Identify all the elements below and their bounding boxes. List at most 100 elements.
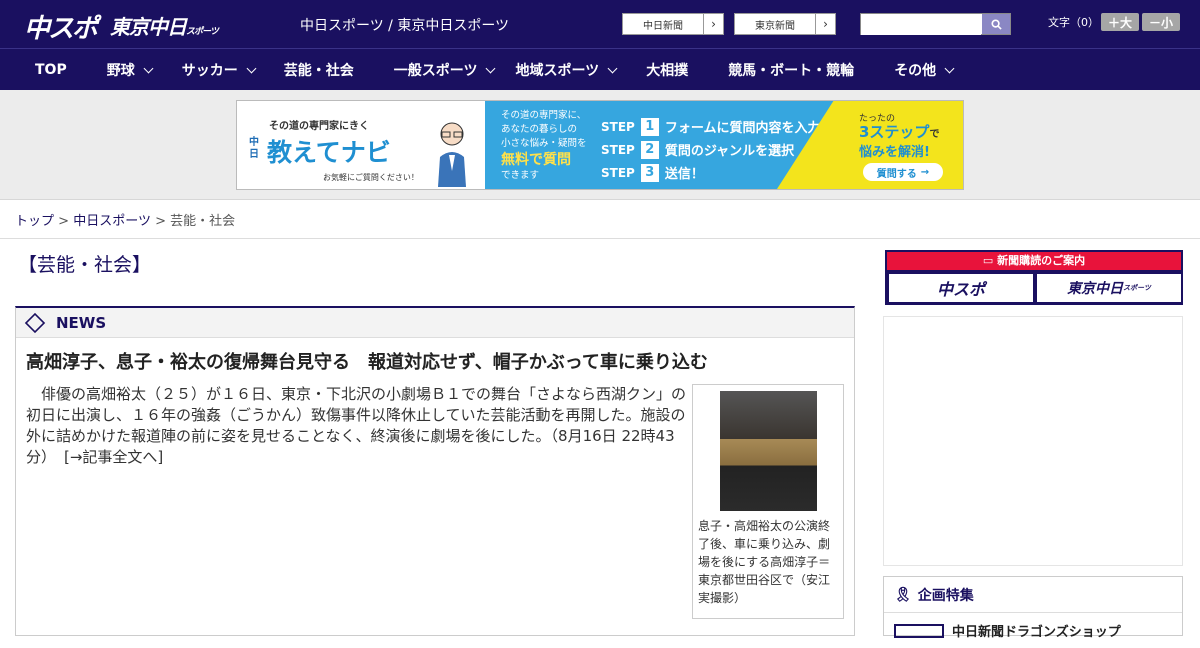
desc-line: その道の専門家に、	[501, 110, 587, 121]
nav-item-sumo[interactable]: 大相撲	[646, 49, 688, 91]
step-row: STEP 1 フォームに質問内容を入力	[601, 115, 820, 138]
subscription-box: ▭ 新聞購読のご案内 中スポ 東京中日 スポーツ	[885, 250, 1183, 305]
subscribe-chunichi-sports[interactable]: 中スポ	[889, 274, 1033, 302]
article-summary: 俳優の高畑裕太（２５）が１６日、東京・下北沢の小劇場Ｂ１での舞台「さよなら西湖ク…	[26, 384, 686, 468]
site-links[interactable]: 中日スポーツ / 東京中日スポーツ	[300, 15, 509, 35]
nav-label: 芸能・社会	[283, 63, 354, 79]
step-label: STEP	[601, 165, 635, 180]
chevron-down-icon	[486, 63, 496, 73]
banner-note: お気軽にご質問ください！	[323, 173, 419, 182]
news-icon	[24, 312, 46, 333]
feature-item-label: 中日新聞ドラゴンズショップ	[952, 625, 1121, 640]
feature-title: 企画特集	[917, 587, 974, 604]
nav-label: TOP	[35, 62, 67, 78]
nav-item-general-sports[interactable]: 一般スポーツ	[393, 49, 496, 91]
subscription-title: ▭ 新聞購読のご案内	[887, 252, 1181, 270]
shop-logo	[894, 623, 944, 638]
step-text: 質問のジャンルを選択	[664, 144, 795, 159]
font-size-label: 文字（0）	[1048, 16, 1099, 29]
ribbon-icon: 🎗	[894, 586, 912, 603]
sub-logo2-text: 東京中日	[1067, 281, 1124, 297]
feature-header: 🎗 企画特集	[884, 577, 1182, 613]
arrow-right-icon: →	[920, 166, 930, 178]
nav-item-racing[interactable]: 競馬・ボート・競輪	[728, 49, 854, 91]
step-label: STEP	[601, 142, 635, 157]
news-label: NEWS	[56, 313, 107, 332]
nav-item-regional-sports[interactable]: 地域スポーツ	[515, 49, 618, 91]
feature-box: 🎗 企画特集 中日新聞ドラゴンズショップ	[883, 576, 1183, 640]
ask-question-button[interactable]: 質問する →	[863, 163, 943, 181]
article-photo: 息子・高畑裕太の公演終了後、車に乗り込み、劇場を後にする高畑淳子＝東京都世田谷区…	[692, 384, 844, 619]
nav-label: その他	[894, 63, 937, 79]
breadcrumb: トップ > 中日スポーツ > 芸能・社会	[15, 210, 235, 229]
banner-tagline: その道の専門家にきく	[269, 121, 369, 132]
nav-label: 地域スポーツ	[515, 63, 600, 79]
right2b-text: で	[929, 129, 940, 140]
chevron-down-icon	[246, 63, 257, 73]
right2-text: 3ステップ	[859, 123, 930, 141]
breadcrumb-top[interactable]: トップ	[15, 214, 54, 229]
nav-item-top[interactable]: TOP	[35, 49, 67, 91]
photo-image[interactable]	[720, 391, 817, 511]
chunichi-sports-logo[interactable]: 中スポ	[24, 8, 98, 45]
logo-text: 東京中日	[110, 15, 187, 39]
cta-label: 質問する	[876, 168, 917, 180]
button-label: 中日新聞	[643, 20, 683, 32]
tokyo-shimbun-button[interactable]: 東京新聞 ›	[734, 13, 836, 35]
chevron-right-icon: ›	[703, 14, 723, 34]
nav-item-baseball[interactable]: 野球	[106, 49, 154, 91]
tokyo-chunichi-sports-logo[interactable]: 東京中日スポーツ	[110, 11, 219, 40]
banner-brand-prefix: 中日	[249, 137, 259, 160]
logo-subtext: スポーツ	[186, 27, 219, 37]
step-text: 送信！	[664, 167, 704, 182]
nav-item-soccer[interactable]: サッカー	[181, 49, 257, 91]
step-text: フォームに質問内容を入力	[664, 121, 821, 136]
banner-left: その道の専門家にきく 中日 教えてナビ お気軽にご質問ください！	[237, 101, 485, 189]
news-header: NEWS	[16, 308, 854, 338]
feature-item[interactable]: 中日新聞ドラゴンズショップ	[884, 613, 1182, 648]
nav-item-other[interactable]: その他	[894, 49, 955, 91]
banner-right-line3: 悩みを解消!	[859, 145, 930, 160]
sub-logo2-small: スポーツ	[1123, 284, 1151, 292]
step-number: 1	[640, 117, 659, 136]
desc-line: 小さな悩み・疑問を	[501, 138, 587, 149]
step-label: STEP	[601, 119, 635, 134]
read-more-link[interactable]: [→記事全文へ]	[64, 448, 163, 466]
nav-label: 一般スポーツ	[393, 63, 478, 79]
desc-line: できます	[501, 170, 540, 181]
chunichi-shimbun-button[interactable]: 中日新聞 ›	[622, 13, 724, 35]
divider	[0, 238, 1200, 239]
nav-label: 大相撲	[646, 63, 689, 79]
article-headline[interactable]: 高畑淳子、息子・裕太の復帰舞台見守る 報道対応せず、帽子かぶって車に乗り込む	[26, 348, 708, 374]
person-icon	[435, 119, 469, 187]
subscription-title-text: 新聞購読のご案内	[997, 254, 1086, 267]
category-title: 【芸能・社会】	[18, 254, 152, 276]
search-icon[interactable]	[982, 14, 1010, 34]
oshiete-navi-banner[interactable]: その道の専門家にきく 中日 教えてナビ お気軽にご質問ください！ その道の専門家…	[236, 100, 964, 190]
banner-description: その道の専門家に、 あなたの暮らしの 小さな悩み・疑問を 無料で質問 できます	[501, 109, 587, 183]
font-larger-button[interactable]: ＋大	[1101, 13, 1139, 31]
search-box	[860, 13, 1011, 35]
main-nav: TOP 野球 サッカー 芸能・社会 一般スポーツ 地域スポーツ 大相撲 競馬・ボ…	[0, 48, 1200, 90]
breadcrumb-sep: >	[155, 214, 166, 229]
news-box: NEWS 高畑淳子、息子・裕太の復帰舞台見守る 報道対応せず、帽子かぶって車に乗…	[15, 306, 855, 636]
banner-brand: 教えてナビ	[267, 138, 391, 167]
subscribe-tokyo-chunichi-sports[interactable]: 東京中日 スポーツ	[1037, 274, 1181, 302]
step-number: 3	[640, 163, 659, 182]
search-input[interactable]	[861, 15, 981, 35]
breadcrumb-chunichi-sports[interactable]: 中日スポーツ	[73, 214, 151, 229]
nav-label: 野球	[106, 63, 135, 79]
breadcrumb-current: 芸能・社会	[170, 214, 236, 229]
sidebar-ad[interactable]	[883, 316, 1183, 566]
nav-item-entertainment[interactable]: 芸能・社会	[284, 49, 354, 91]
site-header: 中スポ 東京中日スポーツ 中日スポーツ / 東京中日スポーツ 中日新聞 › 東京…	[0, 0, 1200, 48]
step-number: 2	[640, 140, 659, 159]
step-row: STEP 2 質問のジャンルを選択	[601, 138, 820, 161]
newspaper-icon: ▭	[982, 254, 998, 267]
nav-label: 競馬・ボート・競輪	[728, 63, 855, 79]
font-smaller-button[interactable]: －小	[1142, 13, 1180, 31]
banner-area: その道の専門家にきく 中日 教えてナビ お気軽にご質問ください！ その道の専門家…	[0, 90, 1200, 200]
banner-right-line2: 3ステップで	[859, 121, 939, 142]
nav-label: サッカー	[181, 63, 238, 79]
photo-caption: 息子・高畑裕太の公演終了後、車に乗り込み、劇場を後にする高畑淳子＝東京都世田谷区…	[698, 519, 831, 605]
